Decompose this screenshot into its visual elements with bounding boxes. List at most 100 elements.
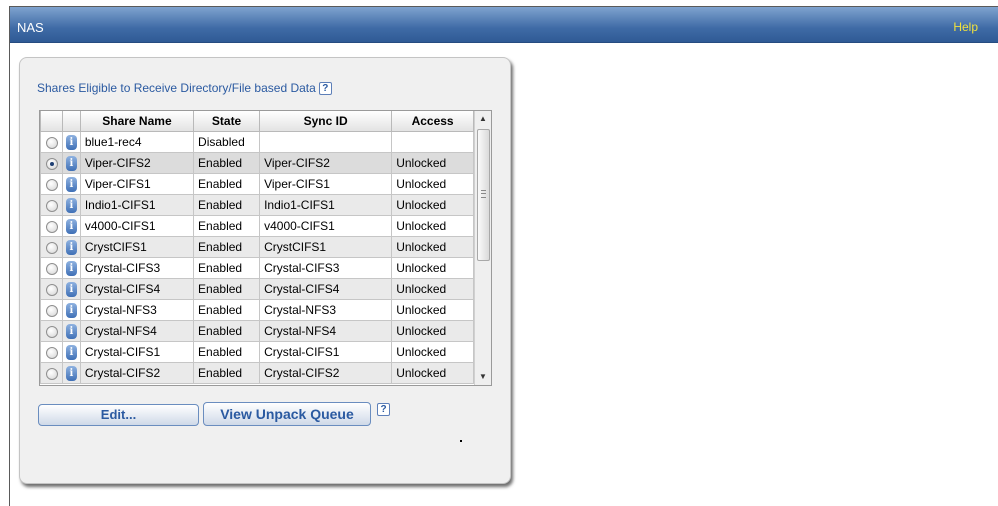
edit-button[interactable]: Edit...	[38, 404, 199, 426]
table-row[interactable]: i CrystCIFS1 Enabled CrystCIFS1 Unlocked	[40, 236, 474, 258]
row-select-cell[interactable]	[40, 320, 64, 342]
row-select-cell[interactable]	[40, 215, 64, 237]
row-select-cell[interactable]	[40, 278, 64, 300]
sync-id-cell: Crystal-NFS3	[259, 299, 393, 321]
row-info-cell[interactable]: i	[62, 236, 81, 258]
access-cell: Unlocked	[391, 341, 474, 363]
scrollbar-thumb[interactable]	[477, 129, 490, 261]
share-name-cell: Crystal-NFS4	[79, 320, 195, 342]
info-icon[interactable]: i	[65, 176, 77, 192]
page-title: NAS	[17, 20, 44, 35]
view-unpack-queue-button[interactable]: View Unpack Queue	[203, 402, 371, 426]
table-row[interactable]: i Viper-CIFS2 Enabled Viper-CIFS2 Unlocked	[40, 152, 474, 174]
info-icon[interactable]: i	[65, 155, 77, 171]
row-radio-button[interactable]	[45, 220, 58, 233]
info-icon[interactable]: i	[65, 218, 77, 234]
share-name-cell: Crystal-CIFS3	[79, 257, 195, 279]
row-select-cell[interactable]	[40, 152, 64, 174]
row-info-cell[interactable]: i	[62, 362, 81, 384]
column-header-info	[62, 111, 81, 132]
sync-id-cell: Viper-CIFS2	[259, 152, 393, 174]
row-select-cell[interactable]	[40, 194, 64, 216]
table-scrollbar[interactable]: ▲ ▼	[474, 111, 491, 385]
row-info-cell[interactable]: i	[62, 215, 81, 237]
state-cell: Enabled	[193, 173, 261, 195]
table-row[interactable]: i Crystal-NFS3 Enabled Crystal-NFS3 Unlocked	[40, 299, 474, 321]
unpack-queue-help-icon[interactable]: ?	[377, 403, 390, 416]
sync-id-cell: Crystal-NFS4	[259, 320, 393, 342]
share-name-cell: Viper-CIFS2	[79, 152, 195, 174]
row-radio-button[interactable]	[45, 199, 58, 212]
scroll-down-arrow-icon[interactable]: ▼	[475, 369, 491, 385]
row-info-cell[interactable]: i	[62, 131, 81, 153]
info-icon[interactable]: i	[65, 134, 77, 150]
row-select-cell[interactable]	[40, 257, 64, 279]
info-icon[interactable]: i	[65, 365, 77, 381]
row-radio-button[interactable]	[45, 346, 58, 359]
info-icon[interactable]: i	[65, 239, 77, 255]
row-select-cell[interactable]	[40, 173, 64, 195]
row-radio-button[interactable]	[45, 241, 58, 254]
table-row[interactable]: i Crystal-CIFS4 Enabled Crystal-CIFS4 Unlock…	[40, 278, 474, 300]
row-radio-button[interactable]	[45, 283, 58, 296]
row-radio-button[interactable]	[45, 325, 58, 338]
info-icon[interactable]: i	[65, 302, 77, 318]
table-row[interactable]: i Indio1-CIFS1 Enabled Indio1-CIFS1 Unlocked	[40, 194, 474, 216]
row-radio-button[interactable]	[45, 262, 58, 275]
column-header-state[interactable]: State	[193, 111, 261, 132]
state-cell: Enabled	[193, 320, 261, 342]
share-name-cell: v4000-CIFS1	[79, 215, 195, 237]
state-cell: Enabled	[193, 236, 261, 258]
shares-help-icon[interactable]: ?	[318, 82, 332, 95]
table-header-row: Share Name State Sync ID Access	[40, 111, 474, 132]
info-icon[interactable]: i	[65, 323, 77, 339]
shares-heading-text: Shares Eligible to Receive Directory/Fil…	[37, 81, 316, 95]
row-info-cell[interactable]: i	[62, 278, 81, 300]
access-cell: Unlocked	[391, 152, 474, 174]
share-name-cell: Crystal-CIFS4	[79, 278, 195, 300]
table-row[interactable]: i v4000-CIFS1 Enabled v4000-CIFS1 Unlocked	[40, 215, 474, 237]
row-select-cell[interactable]	[40, 362, 64, 384]
row-info-cell[interactable]: i	[62, 257, 81, 279]
row-info-cell[interactable]: i	[62, 194, 81, 216]
info-icon[interactable]: i	[65, 260, 77, 276]
info-icon[interactable]: i	[65, 197, 77, 213]
row-radio-button[interactable]	[45, 304, 58, 317]
column-header-share-name[interactable]: Share Name	[79, 111, 195, 132]
table-row[interactable]: i Crystal-NFS4 Enabled Crystal-NFS4 Unlocked	[40, 320, 474, 342]
row-select-cell[interactable]	[40, 299, 64, 321]
table-row[interactable]: i Viper-CIFS1 Enabled Viper-CIFS1 Unlocked	[40, 173, 474, 195]
access-cell: Unlocked	[391, 257, 474, 279]
row-info-cell[interactable]: i	[62, 173, 81, 195]
info-icon[interactable]: i	[65, 281, 77, 297]
share-name-cell: CrystCIFS1	[79, 236, 195, 258]
row-select-cell[interactable]	[40, 131, 64, 153]
table-row[interactable]: i blue1-rec4 Disabled	[40, 131, 474, 153]
row-info-cell[interactable]: i	[62, 320, 81, 342]
scroll-up-arrow-icon[interactable]: ▲	[475, 111, 491, 127]
row-info-cell[interactable]: i	[62, 341, 81, 363]
row-info-cell[interactable]: i	[62, 299, 81, 321]
share-name-cell: Indio1-CIFS1	[79, 194, 195, 216]
row-radio-button[interactable]	[45, 157, 58, 170]
share-name-cell: blue1-rec4	[79, 131, 195, 153]
table-row[interactable]: i Crystal-CIFS1 Enabled Crystal-CIFS1 Unlock…	[40, 341, 474, 363]
access-cell	[391, 131, 474, 153]
row-radio-button[interactable]	[45, 178, 58, 191]
access-cell: Unlocked	[391, 194, 474, 216]
table-row[interactable]: i Crystal-CIFS3 Enabled Crystal-CIFS3 Unlock…	[40, 257, 474, 279]
table-row[interactable]: i Crystal-CIFS2 Enabled Crystal-CIFS2 Unlock…	[40, 362, 474, 384]
row-select-cell[interactable]	[40, 236, 64, 258]
access-cell: Unlocked	[391, 362, 474, 384]
column-header-sync-id[interactable]: Sync ID	[259, 111, 393, 132]
access-cell: Unlocked	[391, 299, 474, 321]
sync-id-cell: Viper-CIFS1	[259, 173, 393, 195]
column-header-access[interactable]: Access	[391, 111, 474, 132]
help-link[interactable]: Help	[953, 20, 978, 34]
row-radio-button[interactable]	[45, 136, 58, 149]
scrollbar-grip-icon	[481, 190, 486, 198]
row-select-cell[interactable]	[40, 341, 64, 363]
info-icon[interactable]: i	[65, 344, 77, 360]
row-info-cell[interactable]: i	[62, 152, 81, 174]
row-radio-button[interactable]	[45, 367, 58, 380]
